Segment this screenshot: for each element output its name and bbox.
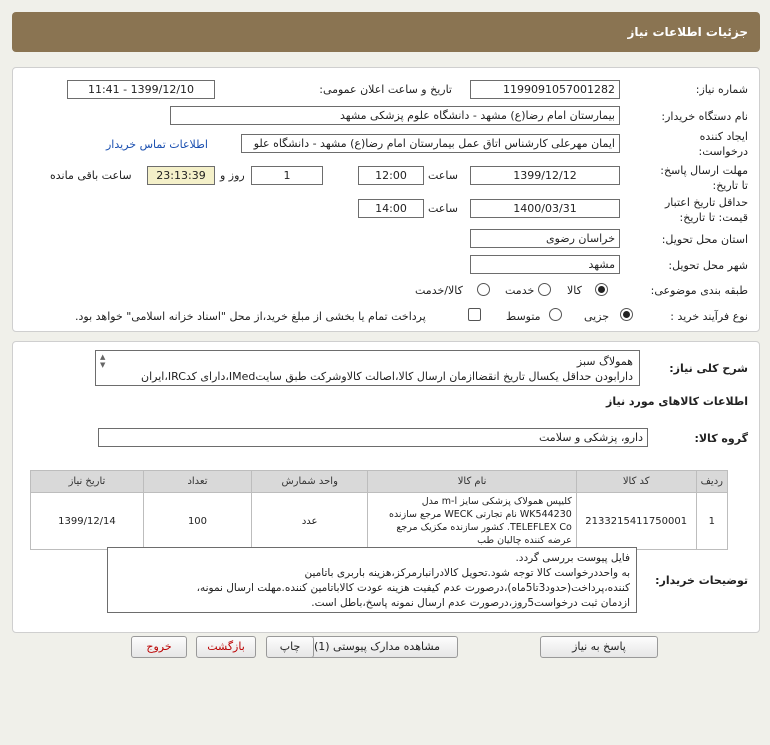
goods-group-field: دارو، پزشکی و سلامت xyxy=(98,428,648,447)
remaining-time-field: 23:13:39 xyxy=(147,166,215,185)
creator-label-1: ایجاد کننده xyxy=(699,130,748,143)
reply-date-field: 1399/12/12 xyxy=(470,166,620,185)
col-qty: تعداد xyxy=(142,470,253,493)
province-field: خراسان رضوی xyxy=(470,229,620,248)
days-label: روز و xyxy=(220,169,245,182)
goods-table: ردیف کد کالا نام کالا واحد شمارش تعداد ت… xyxy=(30,470,729,550)
contact-buyer-link[interactable]: اطلاعات تماس خریدار xyxy=(106,138,208,151)
cell-code: 2133215411750001 xyxy=(575,492,697,550)
print-button[interactable]: چاپ xyxy=(266,636,314,658)
col-date: تاریخ نیاز xyxy=(30,470,144,493)
price-time-label: ساعت xyxy=(428,202,458,215)
category-label: طبقه بندی موضوعی: xyxy=(650,284,748,297)
category-option-service: خدمت xyxy=(505,284,535,297)
page-title: جزئیات اطلاعات نیاز xyxy=(627,25,748,39)
reply-button[interactable]: پاسخ به نیاز xyxy=(540,636,658,658)
reply-time-field: 12:00 xyxy=(358,166,424,185)
buyer-notes-line-3: کننده،پرداخت(حدود3تا5ماه)،درصورت عدم کیف… xyxy=(196,582,630,594)
goods-table-header: ردیف کد کالا نام کالا واحد شمارش تعداد ت… xyxy=(30,470,729,493)
category-option-goods: کالا xyxy=(567,284,582,297)
cell-date: 1399/12/14 xyxy=(30,492,144,550)
buyer-org-label: نام دستگاه خریدار: xyxy=(661,110,748,123)
cell-row: 1 xyxy=(695,492,729,550)
page-header: جزئیات اطلاعات نیاز xyxy=(12,12,760,52)
buyer-notes-line-1: فایل پیوست بررسی گردد. xyxy=(515,552,630,564)
remaining-days-field: 1 xyxy=(251,166,323,185)
creator-field: ایمان مهرعلی کارشناس اتاق عمل بیمارستان … xyxy=(241,134,620,153)
category-radio-goods-service[interactable] xyxy=(477,283,490,296)
view-attachments-button[interactable]: مشاهده مدارک پیوستی (1) xyxy=(296,636,458,658)
city-field: مشهد xyxy=(470,255,620,274)
treasury-note: پرداخت تمام یا بخشی از مبلغ خرید،از محل … xyxy=(75,310,426,323)
exit-button[interactable]: خروج xyxy=(131,636,187,658)
category-radio-goods[interactable] xyxy=(595,283,608,296)
need-number-field: 1199091057001282 xyxy=(470,80,620,99)
summary-label: شرح کلی نیاز: xyxy=(669,362,748,375)
price-validity-label-1: حداقل تاریخ اعتبار xyxy=(664,196,748,209)
col-name: نام کالا xyxy=(367,470,577,493)
need-number-label: شماره نیاز: xyxy=(695,83,748,96)
buyer-notes-line-2: به واحددرخواست کالا توجه شود.تحویل کالاد… xyxy=(304,567,631,579)
process-option-minor: جزیی xyxy=(584,310,610,323)
buyer-notes-label: توضیحات خریدار: xyxy=(655,574,748,587)
goods-group-label: گروه کالا: xyxy=(694,432,748,445)
summary-line-1: همولاگ سبز xyxy=(576,355,633,368)
announce-label: تاریخ و ساعت اعلان عمومی: xyxy=(319,83,452,96)
announce-field: 1399/12/10 - 11:41 xyxy=(67,80,215,99)
buyer-notes-line-4: ازدمان ثبت درخواست5روز،درصورت عدم ارسال … xyxy=(311,597,630,609)
price-time-field: 14:00 xyxy=(358,199,424,218)
reply-deadline-label-2: تا تاریخ: xyxy=(712,179,748,192)
process-label: نوع فرآیند خرید : xyxy=(670,310,748,323)
goods-section-title: اطلاعات کالاهای مورد نیاز xyxy=(606,395,748,408)
cell-unit: عدد xyxy=(251,492,369,550)
col-code: کد کالا xyxy=(575,470,697,493)
col-unit: واحد شمارش xyxy=(251,470,369,493)
table-row: 1 2133215411750001 کلیپس همولاک پزشکی سا… xyxy=(30,492,729,550)
treasury-checkbox[interactable] xyxy=(468,308,481,321)
category-option-goods-service: کالا/خدمت xyxy=(415,284,463,297)
price-date-field: 1400/03/31 xyxy=(470,199,620,218)
creator-label-2: درخواست: xyxy=(698,145,748,158)
col-row: ردیف xyxy=(695,470,729,493)
summary-line-2: دارابودن حداقل یکسال تاریخ انقضاازمان ار… xyxy=(141,370,633,383)
cell-name: کلیپس همولاک پزشکی سایز m-l مدل WK544230… xyxy=(367,492,577,550)
process-radio-medium[interactable] xyxy=(549,308,562,321)
province-label: استان محل تحویل: xyxy=(661,233,748,246)
summary-textarea: همولاگ سبز دارابودن حداقل یکسال تاریخ ان… xyxy=(95,350,640,386)
category-radio-service[interactable] xyxy=(538,283,551,296)
reply-deadline-label-1: مهلت ارسال پاسخ: xyxy=(660,164,748,177)
back-button[interactable]: بازگشت xyxy=(196,636,256,658)
cell-qty: 100 xyxy=(142,492,253,550)
remaining-time-label: ساعت باقی مانده xyxy=(50,169,132,182)
process-radio-minor[interactable] xyxy=(620,308,633,321)
process-option-medium: متوسط xyxy=(506,310,541,323)
city-label: شهر محل تحویل: xyxy=(668,259,748,272)
price-validity-label-2: قیمت: تا تاریخ: xyxy=(679,211,748,224)
reply-time-label: ساعت xyxy=(428,169,458,182)
buyer-org-field: بیمارستان امام رضا(ع) مشهد - دانشگاه علو… xyxy=(170,106,620,125)
buyer-notes-box: فایل پیوست بررسی گردد. به واحددرخواست کا… xyxy=(107,547,637,613)
scroll-arrows-icon[interactable]: ▲ ▼ xyxy=(100,353,105,369)
